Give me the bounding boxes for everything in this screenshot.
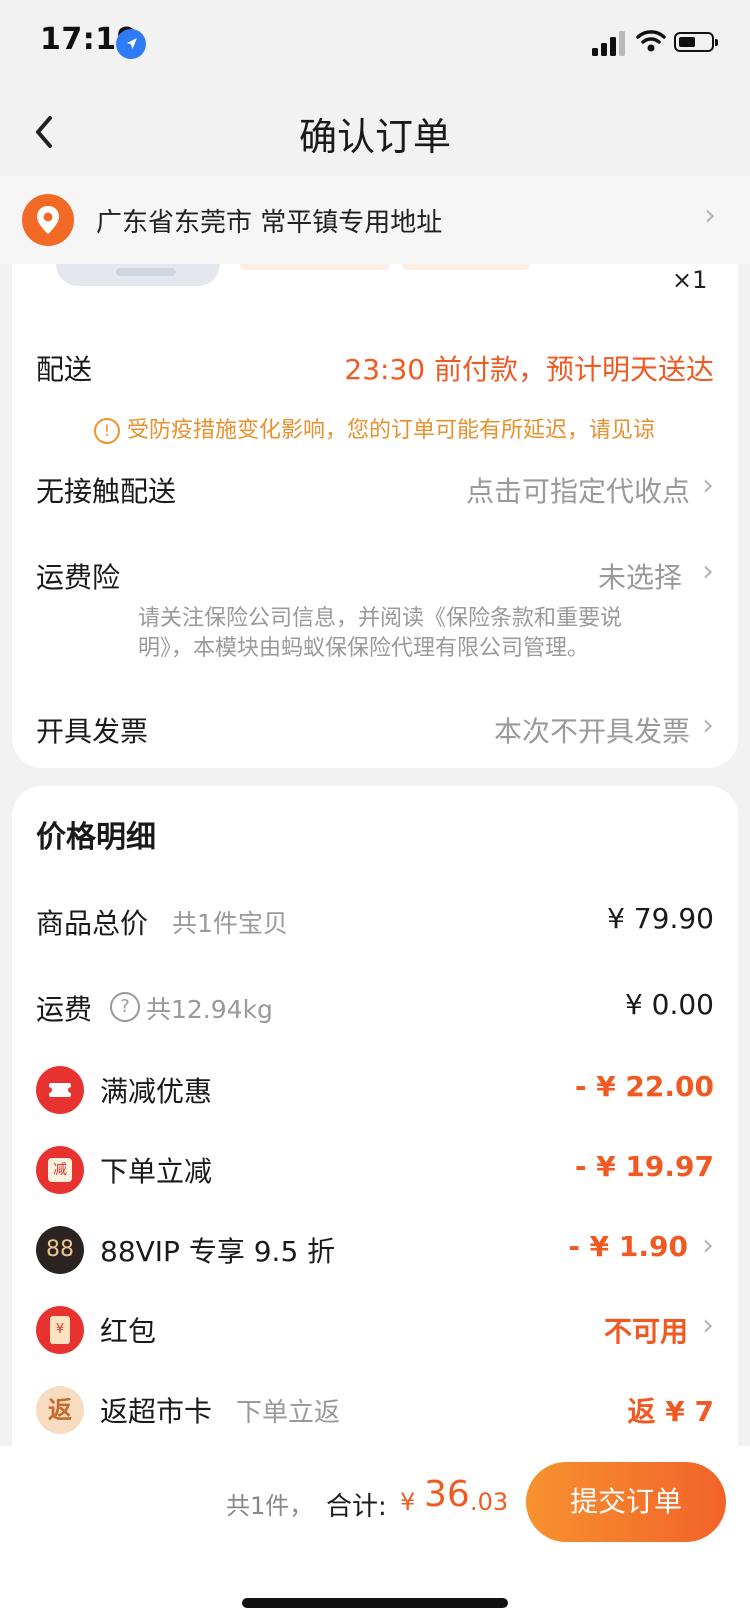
- address-chevron-icon: ›: [704, 198, 716, 233]
- discount-value: - ¥ 19.97: [574, 1150, 714, 1183]
- rebate-icon: 返: [36, 1386, 84, 1434]
- shipping-label: 运费: [36, 993, 93, 1026]
- discount-label: 返超市卡: [100, 1395, 213, 1428]
- contactless-label: 无接触配送: [36, 475, 177, 508]
- page-title: 确认订单: [298, 115, 451, 159]
- ticket-icon: [36, 1066, 84, 1114]
- wifi-icon: [636, 28, 666, 54]
- insurance-label: 运费险: [36, 561, 121, 594]
- chevron-right-icon: ›: [702, 708, 714, 743]
- goods-total-value: ¥ 79.90: [607, 902, 714, 935]
- discount-value: - ¥ 22.00: [574, 1070, 714, 1103]
- battery-icon: [674, 32, 718, 52]
- product-tag: [240, 264, 390, 270]
- discount-label: 88VIP 专享 9.5 折: [100, 1235, 336, 1268]
- discount-value: 返 ¥ 7: [627, 1395, 714, 1428]
- contactless-value[interactable]: 点击可指定代收点: [380, 470, 690, 510]
- submit-order-button[interactable]: 提交订单: [526, 1462, 726, 1542]
- chevron-right-icon: ›: [702, 1228, 714, 1263]
- location-arrow-icon: [116, 29, 146, 59]
- invoice-label: 开具发票: [36, 715, 149, 748]
- product-quantity: ×1: [672, 266, 708, 294]
- invoice-value[interactable]: 本次不开具发票: [400, 710, 690, 750]
- price-detail-title: 价格明细: [36, 820, 156, 855]
- order-options-card: [12, 264, 738, 768]
- total-decimal: .03: [470, 1488, 509, 1516]
- discount-sub: 下单立返: [236, 1398, 341, 1428]
- discount-label: 下单立减: [100, 1155, 213, 1188]
- delivery-label: 配送: [36, 353, 93, 386]
- delivery-notice: ! 受防疫措施变化影响，您的订单可能有所延迟，请见谅: [94, 412, 720, 446]
- discount-value[interactable]: 不可用: [480, 1310, 688, 1350]
- coupon-icon-text: 减: [48, 1158, 72, 1182]
- insurance-value[interactable]: 未选择: [480, 556, 682, 596]
- product-image-label: [116, 268, 176, 276]
- shipping-sub: 共12.94kg: [146, 995, 273, 1024]
- info-icon: !: [94, 418, 120, 444]
- coupon-icon: 减: [36, 1146, 84, 1194]
- goods-total-label: 商品总价: [36, 907, 149, 940]
- chevron-right-icon: ›: [702, 554, 714, 589]
- red-envelope-icon-text: ¥: [50, 1316, 70, 1344]
- goods-total-sub: 共1件宝贝: [172, 909, 288, 938]
- total-label: 合计:: [326, 1492, 387, 1522]
- shipping-value: ¥ 0.00: [624, 988, 714, 1021]
- address-text: 广东省东莞市 常平镇专用地址: [96, 208, 443, 238]
- delivery-eta: 23:30 前付款，预计明天送达: [344, 353, 714, 386]
- insurance-note-line2: 明》，本模块由蚂蚁保保险代理有限公司管理。: [138, 636, 590, 661]
- total-integer: 36: [424, 1474, 470, 1515]
- red-envelope-icon: ¥: [36, 1306, 84, 1354]
- total-currency: ¥: [400, 1488, 416, 1516]
- chevron-right-icon: ›: [702, 468, 714, 503]
- discount-label: 红包: [100, 1315, 157, 1348]
- chevron-right-icon: ›: [702, 1308, 714, 1343]
- delivery-notice-text: 受防疫措施变化影响，您的订单可能有所延迟，请见谅: [127, 418, 656, 443]
- insurance-note-line1: 请关注保险公司信息，并阅读《保险条款和重要说: [138, 606, 623, 631]
- discount-label: 满减优惠: [100, 1075, 213, 1108]
- item-count: 共1件，: [226, 1492, 314, 1520]
- signal-icon: [592, 30, 628, 56]
- location-pin-icon: [22, 194, 74, 246]
- discount-value[interactable]: - ¥ 1.90: [480, 1230, 688, 1263]
- home-indicator[interactable]: [242, 1598, 508, 1608]
- vip88-icon: 88: [36, 1226, 84, 1274]
- help-icon[interactable]: ?: [110, 992, 140, 1022]
- product-tag: [402, 264, 530, 270]
